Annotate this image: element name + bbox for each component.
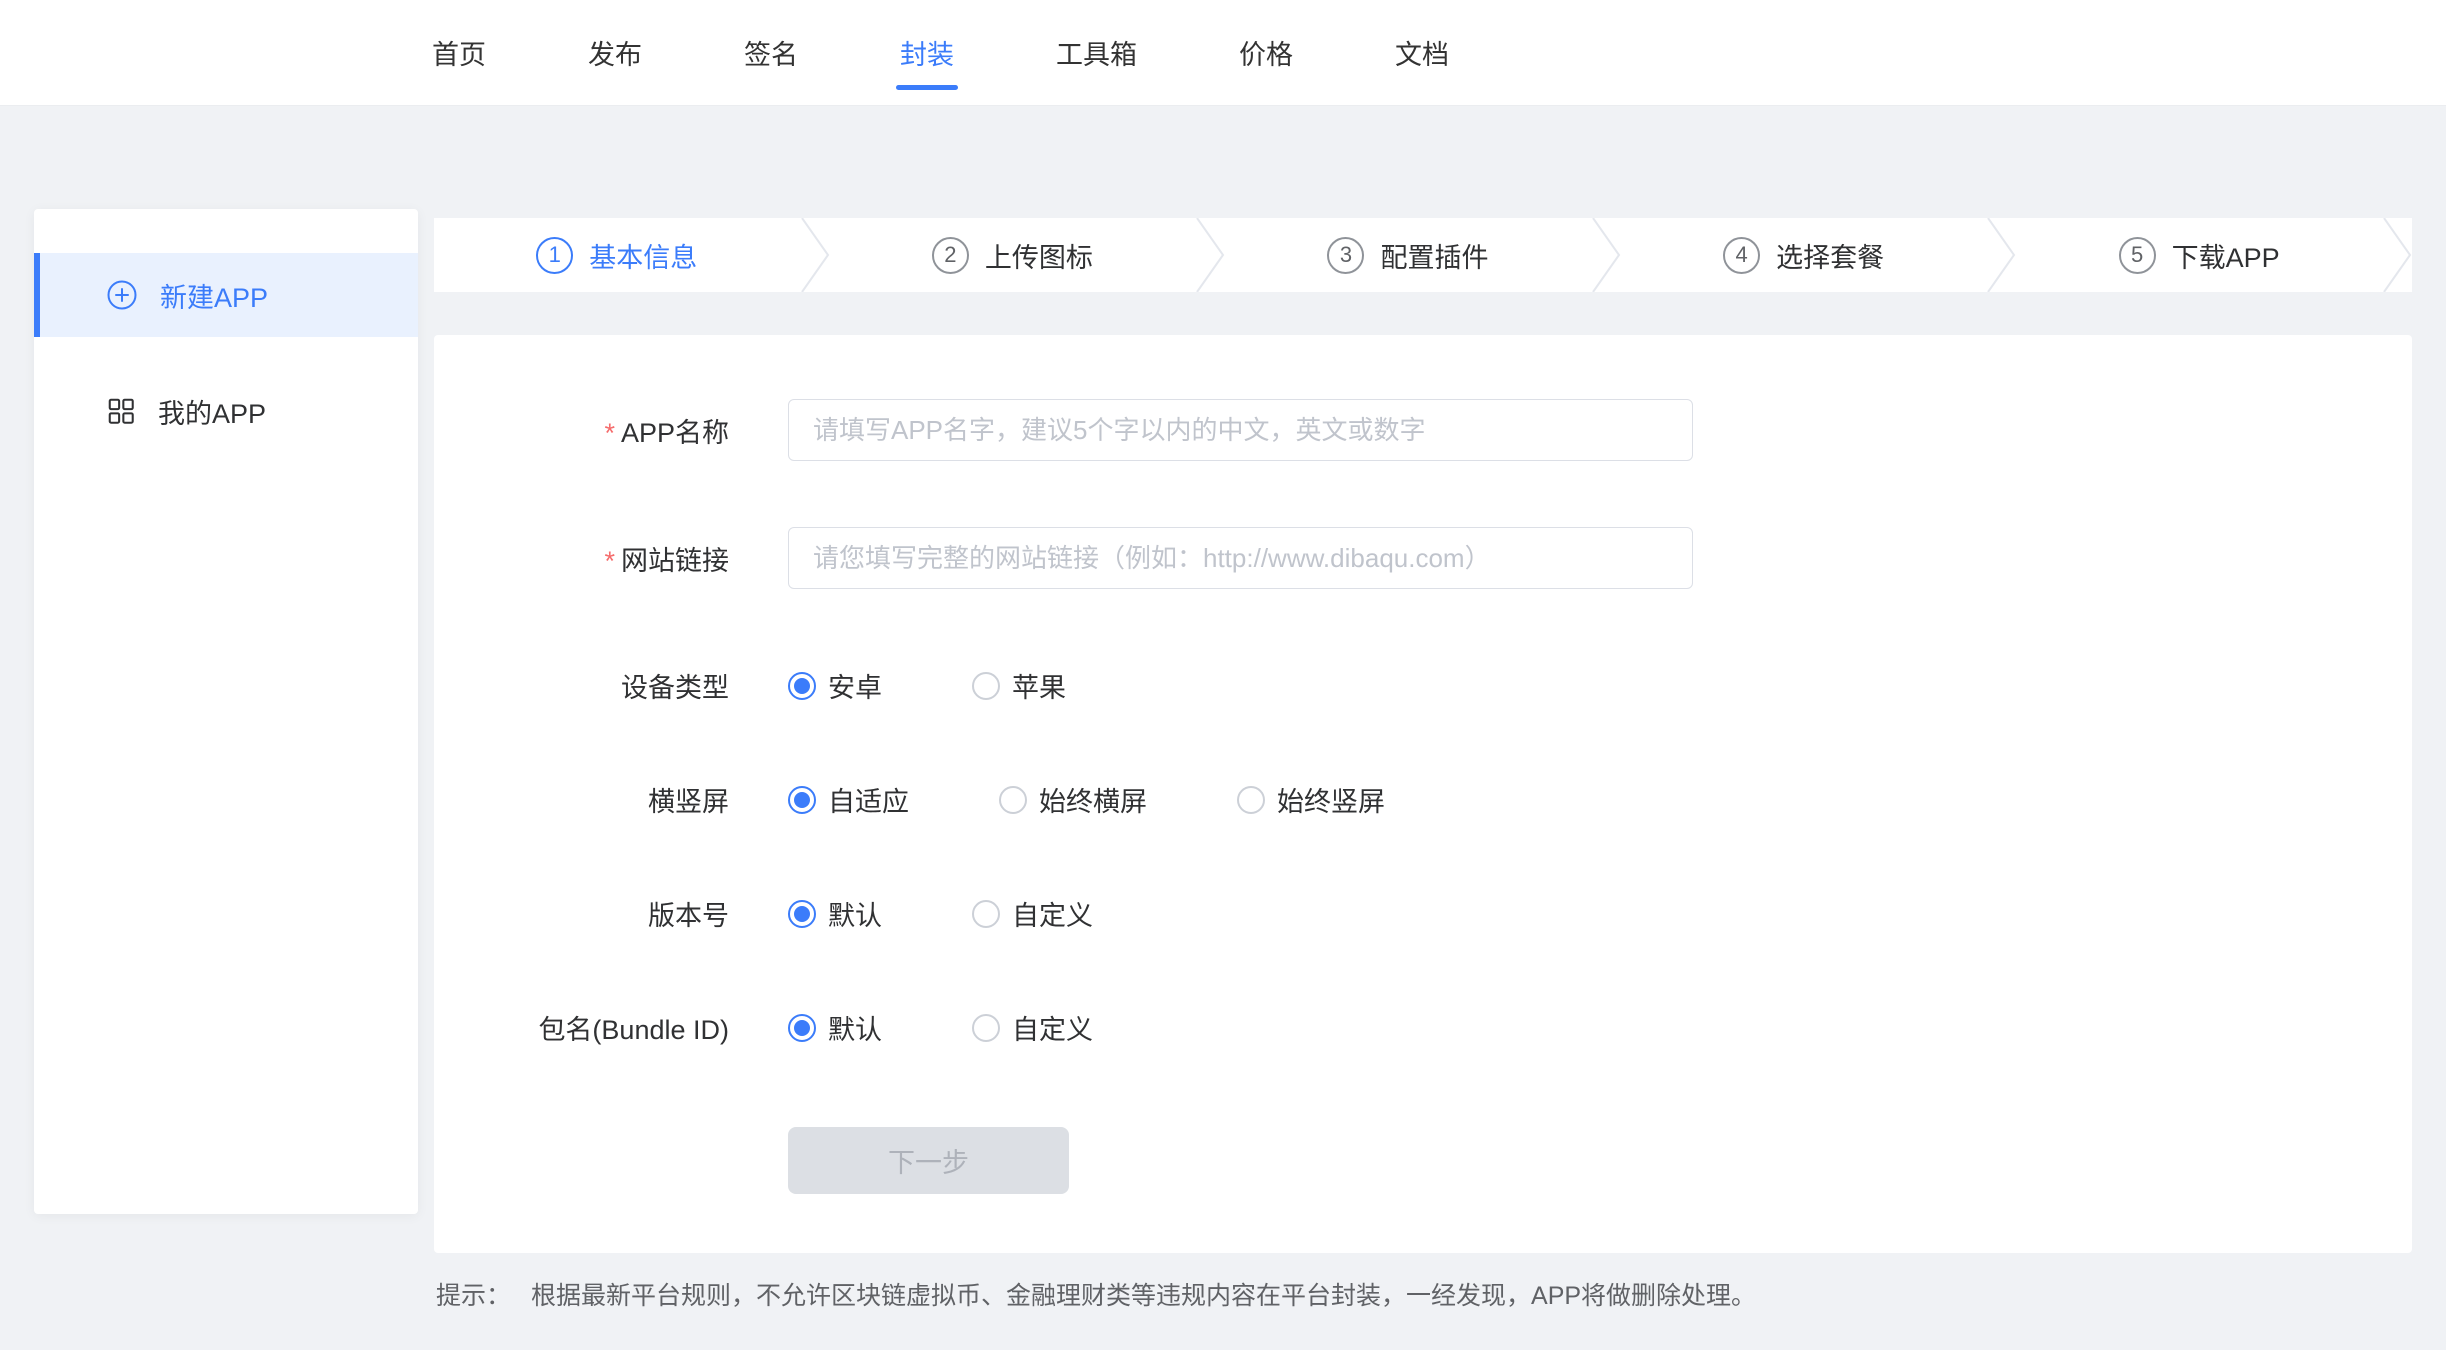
tip-text: 根据最新平台规则，不允许区块链虚拟币、金融理财类等违规内容在平台封装，一经发现，… — [531, 1276, 1756, 1312]
radio-bundle-custom[interactable]: 自定义 — [972, 1008, 1093, 1047]
sidebar-item-label: 新建APP — [160, 276, 268, 315]
radio-button-icon — [972, 900, 1000, 928]
step-configure-plugins: 3 配置插件 — [1225, 236, 1591, 275]
form-row-submit: 下一步 — [434, 1127, 2412, 1194]
radio-button-icon — [972, 1014, 1000, 1042]
radio-bundle-default[interactable]: 默认 — [788, 1008, 882, 1047]
grid-icon — [106, 396, 136, 426]
radio-button-icon — [999, 786, 1027, 814]
step-number: 2 — [932, 237, 969, 274]
sidebar-item-new-app[interactable]: 新建APP — [34, 253, 418, 337]
required-asterisk: * — [604, 546, 615, 576]
radio-version-default[interactable]: 默认 — [788, 894, 882, 933]
radio-button-icon — [788, 900, 816, 928]
nav-item-home[interactable]: 首页 — [432, 27, 486, 78]
radio-label: 安卓 — [828, 666, 882, 705]
step-separator-chevron-icon — [2382, 218, 2412, 292]
required-asterisk: * — [604, 418, 615, 448]
step-number: 1 — [536, 237, 573, 274]
step-number: 4 — [1723, 237, 1760, 274]
radio-button-icon — [1237, 786, 1265, 814]
basic-info-form: *APP名称 *网站链接 设备类型 安卓 苹果 — [434, 335, 2412, 1253]
tip-prefix: 提示： — [436, 1276, 511, 1312]
field-label: 包名(Bundle ID) — [434, 1008, 729, 1047]
step-select-plan: 4 选择套餐 — [1621, 236, 1987, 275]
radio-label: 始终竖屏 — [1277, 780, 1385, 819]
step-label: 配置插件 — [1380, 236, 1488, 275]
step-label: 基本信息 — [589, 236, 697, 275]
radio-android[interactable]: 安卓 — [788, 666, 882, 705]
radio-button-icon — [972, 672, 1000, 700]
field-label: *网站链接 — [434, 539, 729, 578]
step-separator-chevron-icon — [1986, 218, 2016, 292]
sidebar-item-label: 我的APP — [158, 392, 266, 431]
form-row-app-name: *APP名称 — [434, 399, 2412, 461]
radio-always-landscape[interactable]: 始终横屏 — [999, 780, 1147, 819]
radio-always-portrait[interactable]: 始终竖屏 — [1237, 780, 1385, 819]
radio-label: 默认 — [828, 1008, 882, 1047]
plus-circle-icon — [106, 279, 138, 311]
step-number: 3 — [1327, 237, 1364, 274]
form-row-site-url: *网站链接 — [434, 527, 2412, 589]
sidebar: 新建APP 我的APP — [34, 209, 418, 1214]
platform-rule-tip: 提示： 根据最新平台规则，不允许区块链虚拟币、金融理财类等违规内容在平台封装，一… — [436, 1276, 1756, 1312]
device-type-radio-group: 安卓 苹果 — [788, 666, 1066, 705]
nav-item-sign[interactable]: 签名 — [744, 27, 798, 78]
radio-label: 苹果 — [1012, 666, 1066, 705]
form-row-device-type: 设备类型 安卓 苹果 — [434, 666, 2412, 705]
radio-label: 默认 — [828, 894, 882, 933]
steps-bar: 1 基本信息 2 上传图标 3 配置插件 4 选择套餐 5 下载APP — [434, 218, 2412, 292]
nav-item-pricing[interactable]: 价格 — [1239, 27, 1293, 78]
radio-version-custom[interactable]: 自定义 — [972, 894, 1093, 933]
step-label: 上传图标 — [985, 236, 1093, 275]
nav-item-package[interactable]: 封装 — [900, 27, 954, 78]
step-separator-chevron-icon — [1591, 218, 1621, 292]
site-url-input[interactable] — [788, 527, 1693, 589]
radio-label: 自定义 — [1012, 1008, 1093, 1047]
top-navigation: 首页 发布 签名 封装 工具箱 价格 文档 — [0, 0, 2446, 106]
step-separator-chevron-icon — [800, 218, 830, 292]
bundle-id-radio-group: 默认 自定义 — [788, 1008, 1093, 1047]
field-label: 设备类型 — [434, 666, 729, 705]
radio-label: 自适应 — [828, 780, 909, 819]
nav-item-toolbox[interactable]: 工具箱 — [1056, 27, 1137, 78]
app-name-input[interactable] — [788, 399, 1693, 461]
next-step-button[interactable]: 下一步 — [788, 1127, 1069, 1194]
step-number: 5 — [2119, 237, 2156, 274]
form-row-bundle-id: 包名(Bundle ID) 默认 自定义 — [434, 1008, 2412, 1047]
step-label: 下载APP — [2172, 236, 2280, 275]
nav-item-docs[interactable]: 文档 — [1395, 27, 1449, 78]
version-radio-group: 默认 自定义 — [788, 894, 1093, 933]
nav-item-publish[interactable]: 发布 — [588, 27, 642, 78]
radio-auto-orientation[interactable]: 自适应 — [788, 780, 909, 819]
field-label: *APP名称 — [434, 411, 729, 450]
step-upload-icon: 2 上传图标 — [830, 236, 1196, 275]
step-download-app: 5 下载APP — [2016, 236, 2382, 275]
radio-button-icon — [788, 1014, 816, 1042]
field-label: 横竖屏 — [434, 780, 729, 819]
radio-label: 始终横屏 — [1039, 780, 1147, 819]
radio-label: 自定义 — [1012, 894, 1093, 933]
radio-button-icon — [788, 786, 816, 814]
radio-button-icon — [788, 672, 816, 700]
form-row-orientation: 横竖屏 自适应 始终横屏 始终竖屏 — [434, 780, 2412, 819]
sidebar-item-my-apps[interactable]: 我的APP — [34, 369, 418, 453]
radio-ios[interactable]: 苹果 — [972, 666, 1066, 705]
app-packaging-page: 首页 发布 签名 封装 工具箱 价格 文档 封装 / 新建APP 新建APP — [0, 0, 2446, 1350]
field-label: 版本号 — [434, 894, 729, 933]
form-row-version: 版本号 默认 自定义 — [434, 894, 2412, 933]
step-basic-info: 1 基本信息 — [434, 236, 800, 275]
step-separator-chevron-icon — [1195, 218, 1225, 292]
orientation-radio-group: 自适应 始终横屏 始终竖屏 — [788, 780, 1385, 819]
step-label: 选择套餐 — [1776, 236, 1884, 275]
